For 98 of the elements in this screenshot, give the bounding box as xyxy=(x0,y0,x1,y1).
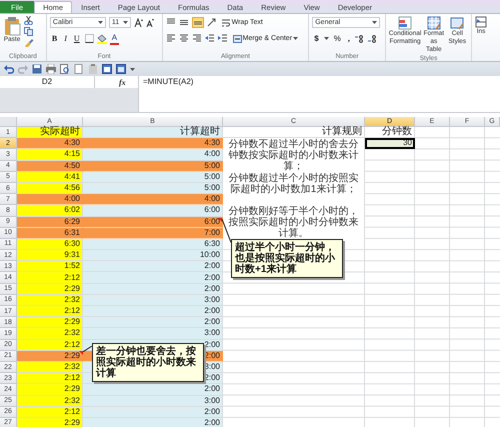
table-cell: 2:00 xyxy=(83,406,223,418)
decrease-decimal-icon[interactable] xyxy=(368,34,378,43)
cell-note: 分钟数不超过半小时的舍去分钟数按实际超时的小时数来计算； xyxy=(223,138,365,172)
table-cell: 2:12 xyxy=(17,373,83,384)
table-cell: 5:00 xyxy=(83,172,223,183)
comment-box: 超过半个小时一分钟，也是按照实际超时的小时数+1来计算 xyxy=(231,239,343,278)
table-cell: 6:02 xyxy=(17,205,83,216)
print-icon[interactable] xyxy=(46,64,56,74)
caret-icon[interactable] xyxy=(122,21,128,24)
table-cell: 2:00 xyxy=(83,272,223,284)
table-cell: 计算超时 xyxy=(83,127,223,138)
table-cell: 4:00 xyxy=(83,149,223,161)
table-cell: 实际超时 xyxy=(17,127,83,138)
table-cell: 7:00 xyxy=(83,228,223,239)
scissors-icon[interactable] xyxy=(24,16,33,25)
currency-button[interactable]: $ xyxy=(312,32,321,44)
grow-font-icon[interactable] xyxy=(134,18,143,27)
table-cell: 5:00 xyxy=(83,160,223,172)
table-cell: 2:00 xyxy=(83,306,223,318)
caret-icon[interactable] xyxy=(130,68,135,70)
table-cell: 3:00 xyxy=(83,396,223,407)
table-cell: 1:52 xyxy=(17,261,83,272)
function-label[interactable]: fx xyxy=(119,78,126,86)
italic-button[interactable]: I xyxy=(62,32,69,44)
table-cell: 3:00 xyxy=(83,294,223,306)
insert-cells-icon xyxy=(475,16,488,28)
table-cell: 2:12 xyxy=(17,306,83,318)
bars-grid-icon xyxy=(398,16,412,30)
clipboard-icon xyxy=(3,16,21,36)
orientation-icon[interactable] xyxy=(206,18,217,27)
bold-button[interactable]: B xyxy=(50,32,60,44)
table-cell: 6:30 xyxy=(83,238,223,250)
copy-icon[interactable] xyxy=(24,27,34,36)
caret-icon[interactable] xyxy=(98,21,103,24)
table-cell: 4:41 xyxy=(17,172,83,183)
comma-button[interactable]: , xyxy=(346,32,352,44)
fill-color-icon[interactable] xyxy=(96,34,107,44)
table-cell: 2:29 xyxy=(17,350,83,362)
increase-decimal-icon[interactable] xyxy=(354,34,365,43)
align-left-icon[interactable] xyxy=(166,34,176,43)
table-cell: 2:00 xyxy=(83,261,223,272)
table-brush-icon xyxy=(426,16,441,30)
caret-icon[interactable] xyxy=(324,37,329,40)
table-cell: 2:00 xyxy=(83,317,223,328)
table-cell: 4:56 xyxy=(17,182,83,194)
table-cell: 6:00 xyxy=(83,216,223,228)
align-middle-icon[interactable] xyxy=(178,18,189,27)
leader-line xyxy=(83,346,93,353)
table-cell: 2:32 xyxy=(17,396,83,407)
table-cell: 6:30 xyxy=(17,238,83,250)
underline-button[interactable]: U xyxy=(72,32,82,44)
table-cell: 2:29 xyxy=(17,284,83,295)
table-cell: 4:15 xyxy=(17,149,83,161)
table-cell: 2:12 xyxy=(17,340,83,351)
undo-icon[interactable] xyxy=(4,64,14,74)
table-cell: 4:00 xyxy=(83,194,223,206)
comment-box: 差一分钟也要舍去，按照实际超时的小时数来计算 xyxy=(92,343,204,382)
table-cell: 2:32 xyxy=(17,328,83,340)
align-bottom-icon[interactable] xyxy=(192,17,204,28)
table-cell: 9:31 xyxy=(17,250,83,262)
table-cell: 2:00 xyxy=(83,284,223,295)
cell-note: 分钟数超过半个小时的按照实际超时的小时数加1来计算； xyxy=(223,172,365,206)
font-color-button[interactable]: A xyxy=(110,32,120,44)
table-cell: 2:29 xyxy=(17,317,83,328)
table-cell: 3:00 xyxy=(83,328,223,340)
cell-note: 分钟数刚好等于半个小时的，按照实际超时的小时分钟数来计算。 xyxy=(223,205,365,239)
table-cell: 10:00 xyxy=(83,250,223,262)
document-icon[interactable] xyxy=(74,64,84,74)
table-cell: 2:29 xyxy=(17,384,83,396)
table-cell: 5:00 xyxy=(83,182,223,194)
clipboard-icon[interactable] xyxy=(88,64,98,74)
caret-icon xyxy=(293,37,298,40)
align-right-icon[interactable] xyxy=(192,34,202,43)
table-cell: 4:00 xyxy=(17,194,83,206)
table-cell: 2:12 xyxy=(17,406,83,418)
increase-indent-icon[interactable] xyxy=(218,34,228,43)
borders-icon[interactable] xyxy=(84,34,94,43)
table-cell: 2:12 xyxy=(17,272,83,284)
table-cell: 4:50 xyxy=(17,160,83,172)
table-cell: 6:00 xyxy=(83,205,223,216)
align-center-icon[interactable] xyxy=(178,34,189,43)
table-cell: 4:30 xyxy=(17,138,83,150)
print-preview-icon[interactable] xyxy=(60,64,70,74)
merge-icon xyxy=(232,34,242,42)
caret-icon[interactable] xyxy=(372,21,378,24)
table-cell: 6:31 xyxy=(17,228,83,239)
table-cell: 2:32 xyxy=(17,294,83,306)
brush-icon[interactable] xyxy=(24,38,34,47)
save-icon[interactable] xyxy=(32,64,42,74)
table-cell: 4:30 xyxy=(83,138,223,150)
table-cell: 2:00 xyxy=(83,384,223,396)
table-cell: 6:29 xyxy=(17,216,83,228)
table-cell: 2:32 xyxy=(17,362,83,374)
percent-button[interactable]: % xyxy=(332,32,343,44)
wrap-text-icon xyxy=(222,18,231,26)
shrink-font-icon[interactable] xyxy=(146,18,154,27)
decrease-indent-icon[interactable] xyxy=(204,34,215,43)
cell-brush-icon xyxy=(450,16,464,30)
